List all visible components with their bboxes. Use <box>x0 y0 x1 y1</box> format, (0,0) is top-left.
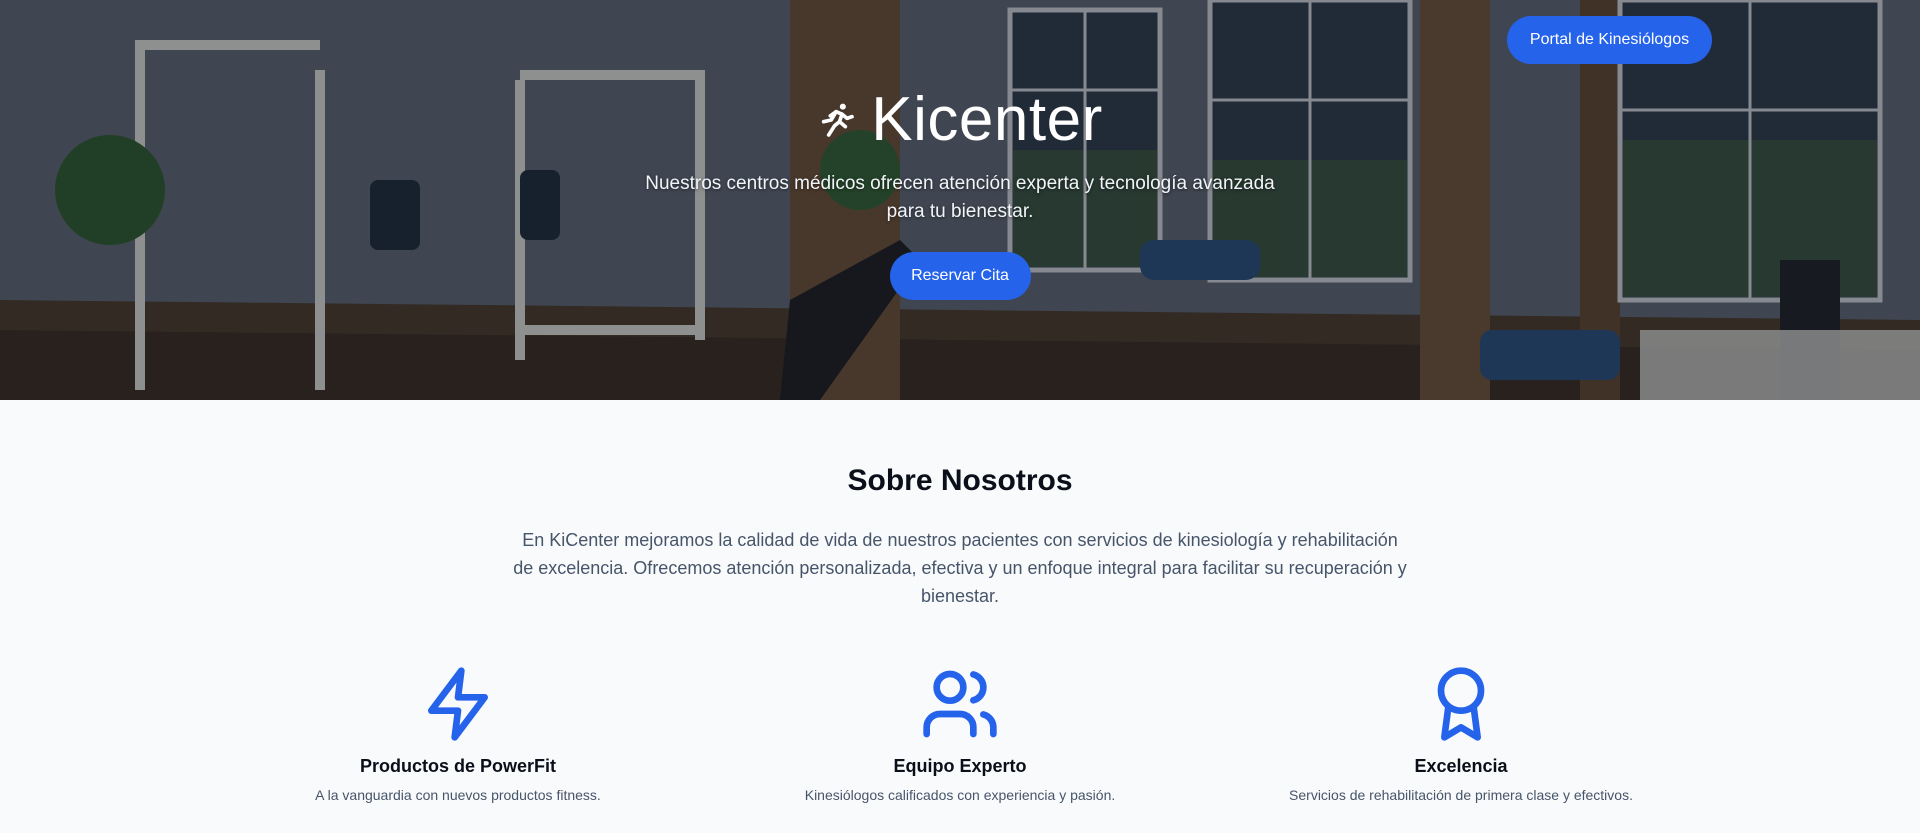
about-title: Sobre Nosotros <box>847 464 1073 497</box>
reservar-cita-button[interactable]: Reservar Cita <box>889 252 1031 300</box>
feature-title: Equipo Experto <box>893 756 1027 776</box>
feature-description: Kinesiólogos calificados con experiencia… <box>804 787 1116 803</box>
feature-description: Servicios de rehabilitación de primera c… <box>1289 787 1633 803</box>
feature-excelencia: Excelencia Servicios de rehabilitación d… <box>1251 664 1671 803</box>
features-row: Productos de PowerFit A la vanguardia co… <box>0 664 1920 824</box>
about-description: En KiCenter mejoramos la calidad de vida… <box>513 530 1407 606</box>
feature-title: Excelencia <box>1414 756 1508 776</box>
feature-equipo-experto: Equipo Experto Kinesiólogos calificados … <box>750 664 1170 803</box>
award-ribbon-icon <box>1437 667 1485 741</box>
brand-name: Kicenter <box>871 85 1103 154</box>
hero-content: Kicenter Nuestros centros médicos ofrece… <box>0 84 1920 300</box>
users-icon <box>923 670 997 738</box>
lightning-bolt-icon <box>428 667 488 741</box>
hero-section: Portal de Kinesiólogos Kicenter Nuestros… <box>0 0 1920 400</box>
about-section: Sobre Nosotros En KiCenter mejoramos la … <box>0 464 1920 824</box>
feature-powerfit: Productos de PowerFit A la vanguardia co… <box>248 664 668 803</box>
portal-kinesiologos-button[interactable]: Portal de Kinesiólogos <box>1507 16 1712 64</box>
running-person-icon <box>822 103 855 137</box>
feature-description: A la vanguardia con nuevos productos fit… <box>315 787 601 803</box>
feature-title: Productos de PowerFit <box>359 756 557 776</box>
hero-tagline: Nuestros centros médicos ofrecen atenció… <box>645 173 1275 222</box>
brand-logo[interactable]: Kicenter <box>817 84 1102 156</box>
